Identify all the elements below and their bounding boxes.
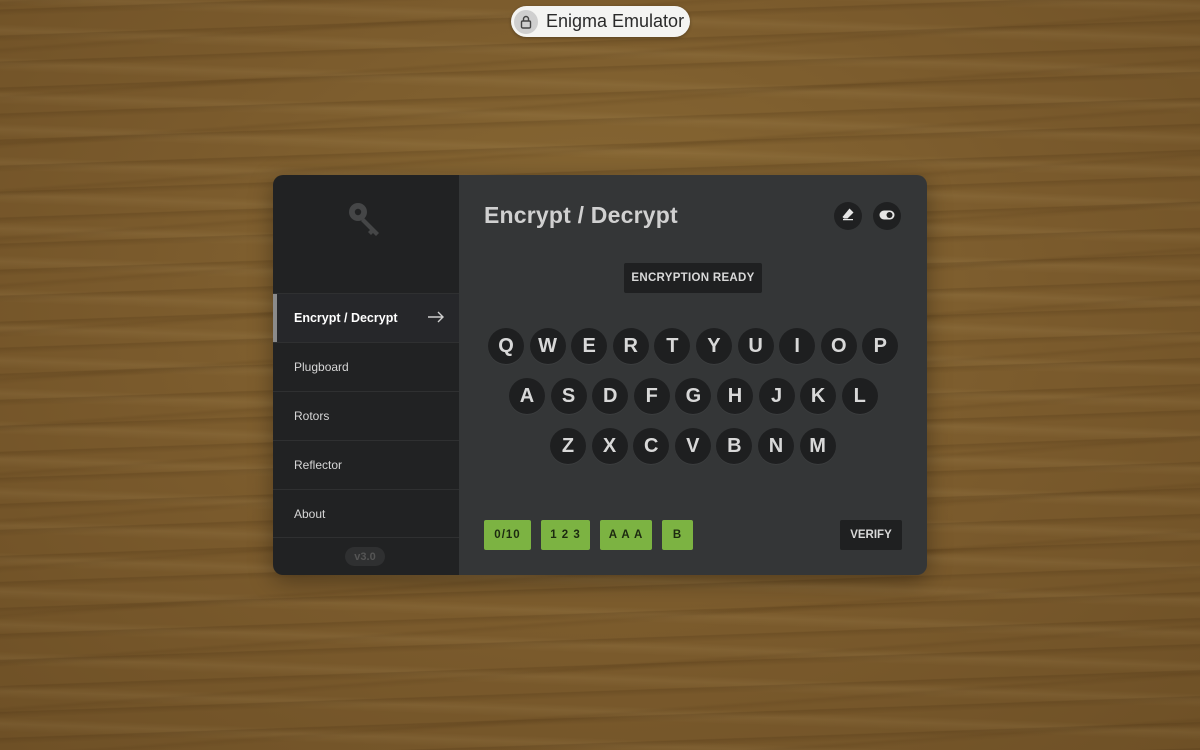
sidebar-item-label: Encrypt / Decrypt bbox=[294, 311, 398, 325]
window-title: Enigma Emulator bbox=[546, 11, 685, 31]
key-r[interactable]: R bbox=[612, 328, 649, 364]
key-y[interactable]: Y bbox=[695, 328, 732, 364]
key-m[interactable]: M bbox=[799, 428, 836, 464]
verify-button[interactable]: VERIFY bbox=[840, 520, 902, 550]
key-c[interactable]: C bbox=[633, 428, 670, 464]
sidebar-nav: Encrypt / Decrypt Plugboard Rotors Refle… bbox=[273, 293, 459, 538]
key-t[interactable]: T bbox=[654, 328, 691, 364]
toggle-button[interactable] bbox=[873, 202, 901, 230]
keyboard-row-1: Q W E R T Y U I O P bbox=[488, 328, 904, 364]
key-a[interactable]: A bbox=[509, 378, 545, 414]
key-u[interactable]: U bbox=[737, 328, 774, 364]
key-x[interactable]: X bbox=[591, 428, 628, 464]
rotors-order-chip[interactable]: 1 2 3 bbox=[541, 520, 590, 550]
arrow-right-icon bbox=[427, 311, 445, 326]
app-window: Encrypt / Decrypt Plugboard Rotors Refle… bbox=[273, 175, 927, 575]
key-l[interactable]: L bbox=[841, 378, 878, 414]
key-q[interactable]: Q bbox=[488, 328, 524, 364]
sidebar-item-encrypt-decrypt[interactable]: Encrypt / Decrypt bbox=[273, 293, 459, 342]
clear-button[interactable] bbox=[834, 202, 862, 230]
key-d[interactable]: D bbox=[592, 378, 629, 414]
sidebar-item-label: Reflector bbox=[294, 458, 343, 472]
sidebar-item-label: Rotors bbox=[294, 409, 330, 423]
version-badge: v3.0 bbox=[345, 547, 385, 566]
key-n[interactable]: N bbox=[757, 428, 794, 464]
key-f[interactable]: F bbox=[633, 378, 670, 414]
key-k[interactable]: K bbox=[800, 378, 837, 414]
key-i[interactable]: I bbox=[779, 328, 816, 364]
key-h[interactable]: H bbox=[716, 378, 753, 414]
status-badge: ENCRYPTION READY bbox=[624, 263, 762, 293]
eraser-icon bbox=[841, 207, 855, 226]
key-w[interactable]: W bbox=[529, 328, 566, 364]
sidebar-item-reflector[interactable]: Reflector bbox=[273, 440, 459, 489]
keyboard-row-3: Z X C V B N M bbox=[550, 428, 841, 464]
key-j[interactable]: J bbox=[758, 378, 795, 414]
key-o[interactable]: O bbox=[820, 328, 857, 364]
key-icon bbox=[345, 199, 385, 239]
window-title-pill: Enigma Emulator bbox=[511, 6, 690, 37]
sidebar: Encrypt / Decrypt Plugboard Rotors Refle… bbox=[273, 175, 459, 575]
key-p[interactable]: P bbox=[862, 328, 899, 364]
sidebar-item-label: About bbox=[294, 506, 326, 521]
plugboard-count-chip[interactable]: 0/10 bbox=[484, 520, 531, 550]
sidebar-item-rotors[interactable]: Rotors bbox=[273, 391, 459, 440]
key-s[interactable]: S bbox=[550, 378, 587, 414]
sidebar-item-plugboard[interactable]: Plugboard bbox=[273, 342, 459, 391]
key-e[interactable]: E bbox=[571, 328, 608, 364]
key-v[interactable]: V bbox=[674, 428, 711, 464]
lock-icon bbox=[514, 9, 538, 34]
keyboard-row-2: A S D F G H J K L bbox=[509, 378, 883, 414]
key-g[interactable]: G bbox=[675, 378, 712, 414]
toggle-icon bbox=[879, 207, 895, 225]
key-b[interactable]: B bbox=[716, 428, 753, 464]
reflector-chip[interactable]: B bbox=[662, 520, 693, 550]
page-title: Encrypt / Decrypt bbox=[484, 202, 678, 228]
sidebar-item-label: Plugboard bbox=[294, 360, 349, 374]
rotor-positions-chip[interactable]: A A A bbox=[600, 520, 652, 550]
sidebar-item-about[interactable]: About bbox=[273, 489, 459, 538]
main-panel: Encrypt / Decrypt ENCRYPTION READY Q W E bbox=[459, 175, 927, 575]
key-z[interactable]: Z bbox=[550, 428, 586, 464]
